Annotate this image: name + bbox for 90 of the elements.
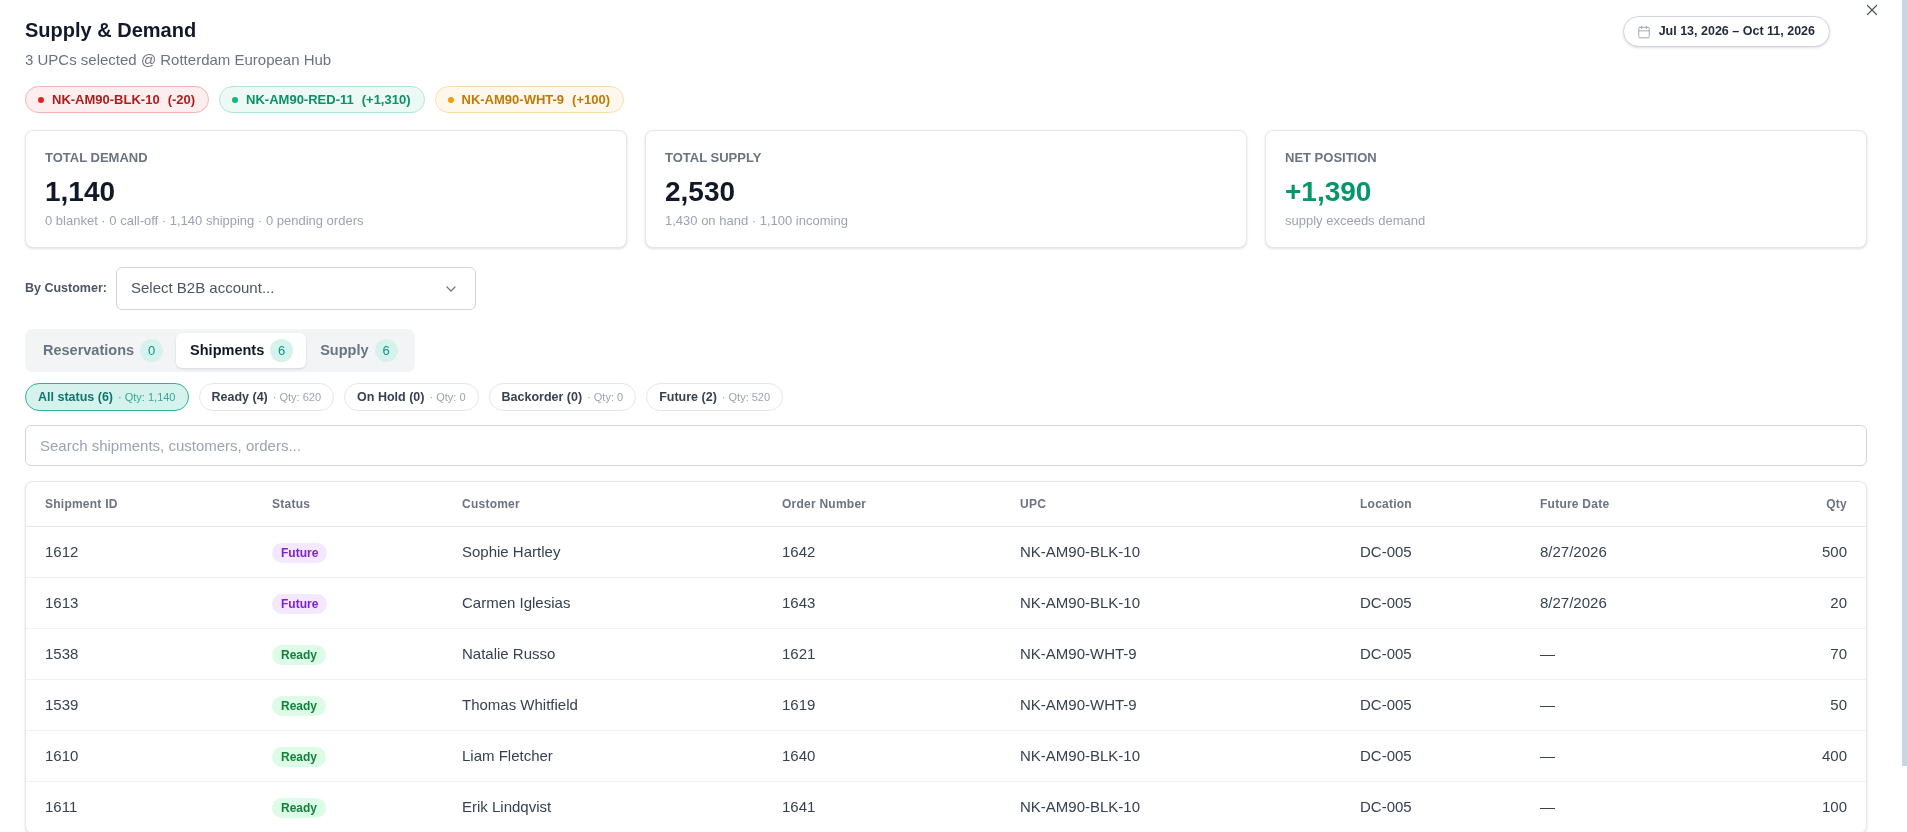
tab[interactable]: Reservations 0 <box>29 333 177 368</box>
table-cell-text: Thomas Whitfield <box>462 694 579 715</box>
status-badge: Ready <box>272 645 327 665</box>
upc-delta: (+100) <box>572 90 611 109</box>
table-cell-text: DC-005 <box>1360 796 1413 817</box>
count-badge: 0 <box>140 339 164 362</box>
table-cell-text: DC-005 <box>1360 643 1413 664</box>
status-badge: Future <box>272 543 328 563</box>
metric-label: NET POSITION <box>1285 150 1378 166</box>
table-cell-text: 100 <box>1821 796 1847 817</box>
upc-code: NK-AM90-BLK-10 <box>52 90 160 109</box>
column-header: Location <box>1360 496 1413 513</box>
table-cell-text: 1642 <box>782 541 817 562</box>
status-filter-chip[interactable]: All status (6) · Qty: 1,140 <box>25 383 189 411</box>
upc-code: NK-AM90-WHT-9 <box>461 90 565 109</box>
table-cell-text: 400 <box>1821 745 1847 766</box>
column-header: Order Number <box>782 496 868 513</box>
scrollbar-thumb[interactable] <box>1902 0 1907 766</box>
count-badge: 6 <box>270 339 294 362</box>
table-cell-text: 70 <box>1830 643 1847 664</box>
table-cell-text: 8/27/2026 <box>1540 541 1608 562</box>
table-cell-text: 1613 <box>45 592 80 613</box>
table-cell-text: NK-AM90-BLK-10 <box>1020 541 1142 562</box>
table-cell-text: 1538 <box>45 643 80 664</box>
table-cell-text: 1621 <box>782 643 817 664</box>
table-cell-text: DC-005 <box>1360 541 1413 562</box>
table-cell-text: 1643 <box>782 592 817 613</box>
metric-label: TOTAL SUPPLY <box>665 150 763 166</box>
table-cell-text: Natalie Russo <box>462 643 557 664</box>
dialog-title: Supply & Demand <box>25 18 198 43</box>
status-filter-chip[interactable]: On Hold (0) · Qty: 0 <box>344 383 479 411</box>
table-cell-text: — <box>1540 694 1556 715</box>
table-cell-text: NK-AM90-WHT-9 <box>1020 643 1138 664</box>
customer-select[interactable]: Select B2B account... <box>115 267 476 310</box>
table-cell-text: 1641 <box>782 796 817 817</box>
table-cell-text: 20 <box>1830 592 1847 613</box>
status-filter-chip[interactable]: Backorder (0) · Qty: 0 <box>488 383 637 411</box>
column-header: Qty <box>1826 496 1847 513</box>
status-filter-chip[interactable]: Ready (4) · Qty: 620 <box>198 383 335 411</box>
metric-value: 1,140 <box>45 175 117 209</box>
customer-filter-label: By Customer: <box>25 280 107 298</box>
metric-detail: 1,430 on hand · 1,100 incoming <box>665 212 849 230</box>
table-cell-text: DC-005 <box>1360 745 1413 766</box>
table-cell-text: NK-AM90-WHT-9 <box>1020 694 1138 715</box>
table-cell-text: 1610 <box>45 745 80 766</box>
table-cell-text: DC-005 <box>1360 694 1413 715</box>
column-header: Shipment ID <box>45 496 119 513</box>
column-header: UPC <box>1020 496 1048 513</box>
status-badge: Ready <box>272 696 327 716</box>
table-cell-text: Liam Fletcher <box>462 745 554 766</box>
column-header: Customer <box>462 496 521 513</box>
metric-value: 2,530 <box>665 175 737 209</box>
table-cell-text: 8/27/2026 <box>1540 592 1608 613</box>
status-badge: Ready <box>272 798 327 818</box>
metric-label: TOTAL DEMAND <box>45 150 149 166</box>
table-cell-text: — <box>1540 745 1556 766</box>
table-cell-text: Sophie Hartley <box>462 541 562 562</box>
table-cell-text: 1619 <box>782 694 817 715</box>
tab[interactable]: Shipments 6 <box>176 333 307 368</box>
status-badge: Ready <box>272 747 327 767</box>
column-header: Status <box>272 496 312 513</box>
search-field[interactable]: Search shipments, customers, orders... <box>25 425 1867 466</box>
table-cell-text: NK-AM90-BLK-10 <box>1020 796 1142 817</box>
metric-detail: supply exceeds demand <box>1285 212 1427 230</box>
column-header: Future Date <box>1540 496 1611 513</box>
table-cell-text: 1640 <box>782 745 817 766</box>
table-cell-text: NK-AM90-BLK-10 <box>1020 745 1142 766</box>
count-badge: 6 <box>374 339 398 362</box>
table-cell-text: 500 <box>1821 541 1847 562</box>
upc-delta: (-20) <box>167 90 196 109</box>
table-cell-text: — <box>1540 643 1556 664</box>
metric-detail: 0 blanket · 0 call-off · 1,140 shipping · 0 pending orders <box>45 212 365 230</box>
metric-value: +1,390 <box>1285 175 1373 209</box>
table-cell-text: NK-AM90-BLK-10 <box>1020 592 1142 613</box>
table-cell-text: 1539 <box>45 694 80 715</box>
table-cell-text: DC-005 <box>1360 592 1413 613</box>
dialog-subtitle: 3 UPCs selected @ Rotterdam European Hub <box>25 50 333 70</box>
table-cell-text: — <box>1540 796 1556 817</box>
upc-code: NK-AM90-RED-11 <box>246 90 354 109</box>
tab[interactable]: Supply 6 <box>306 333 411 368</box>
table-cell-text: 50 <box>1830 694 1847 715</box>
table-cell-text: 1611 <box>45 796 79 817</box>
table-cell-text: Erik Lindqvist <box>462 796 553 817</box>
table-cell-text: 1612 <box>45 541 80 562</box>
date-range-button[interactable]: Jul 13, 2026 – Oct 11, 2026 <box>1622 16 1830 47</box>
table-cell-text: Carmen Iglesias <box>462 592 572 613</box>
calendar-icon <box>1636 24 1651 39</box>
upc-delta: (+1,310) <box>361 90 411 109</box>
status-filter-chip[interactable]: Future (2) · Qty: 520 <box>646 383 784 411</box>
status-badge: Future <box>272 594 328 614</box>
